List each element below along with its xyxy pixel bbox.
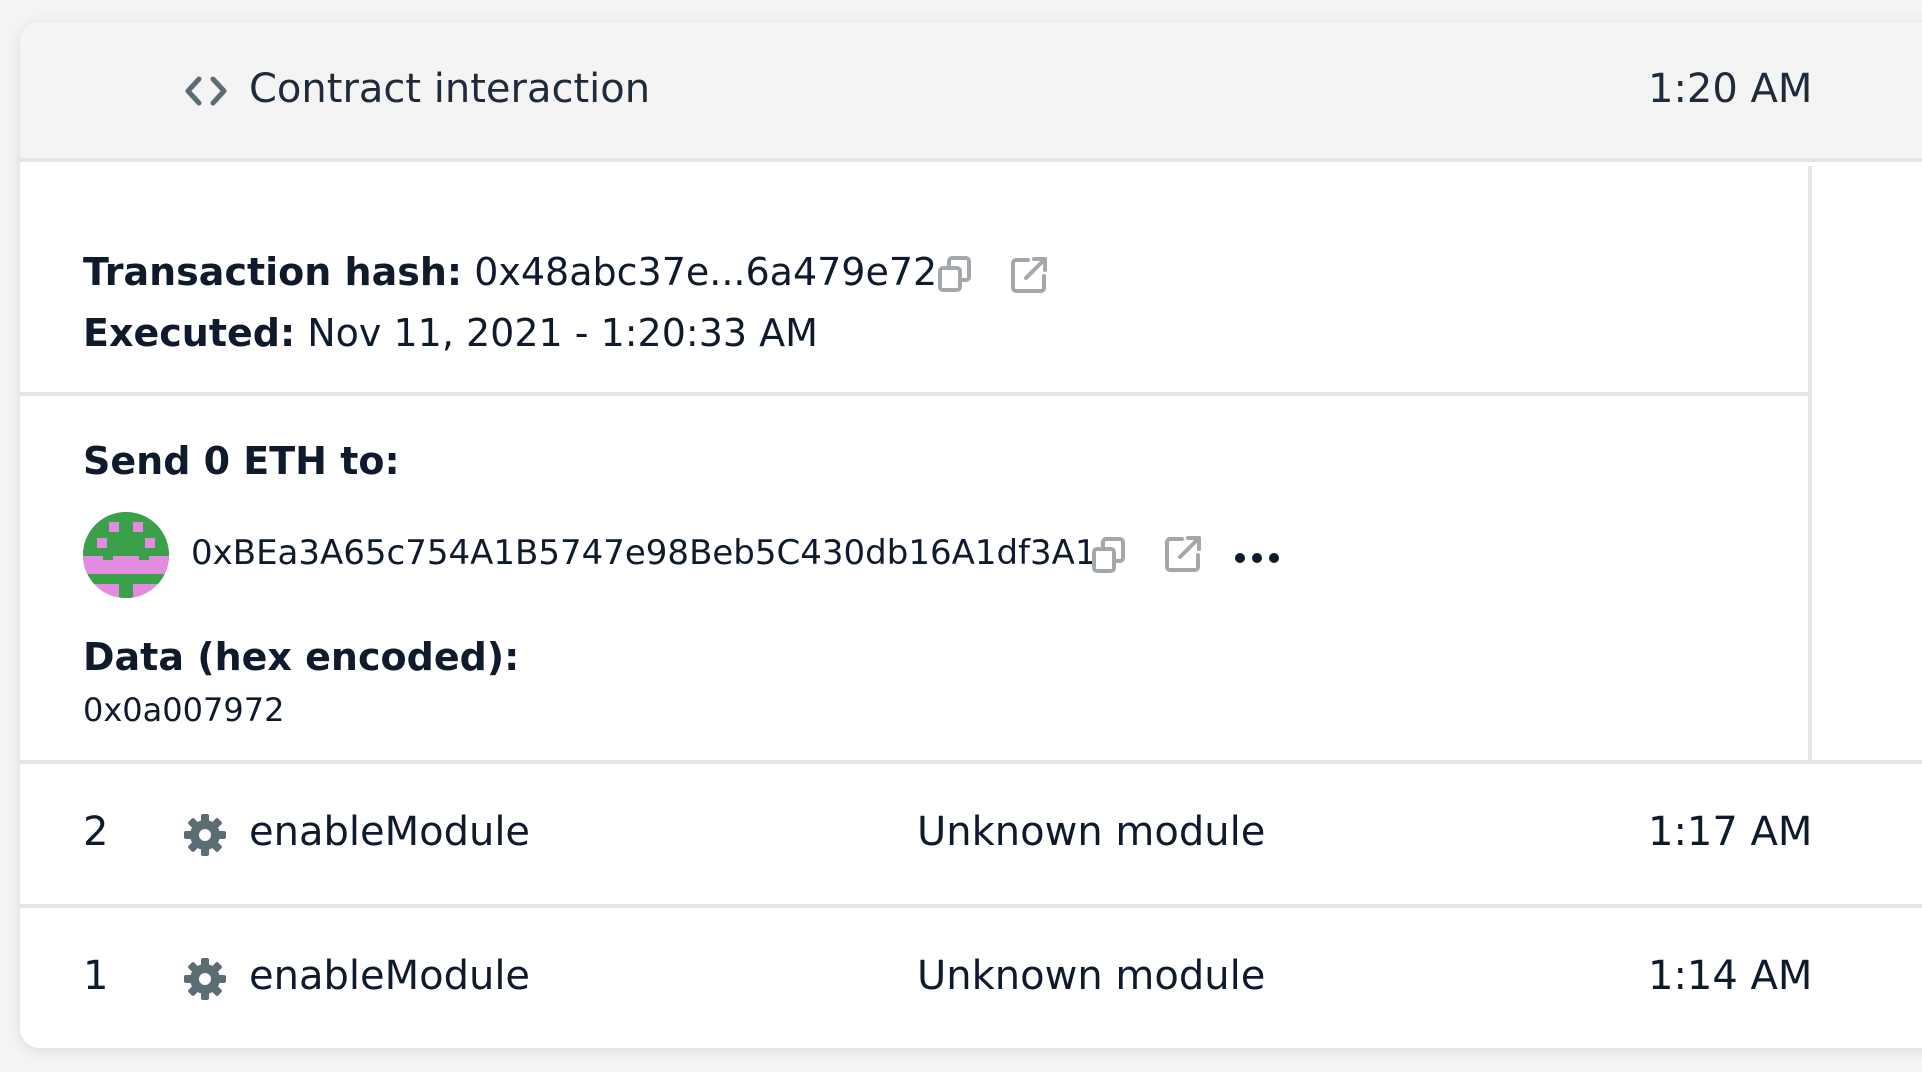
transaction-info: Unknown module (917, 953, 1266, 999)
transaction-summary-header[interactable]: Contract interaction 1:20 AM (20, 22, 1922, 162)
executed-value: Nov 11, 2021 - 1:20:33 AM (307, 311, 818, 355)
external-link-address-icon[interactable] (1162, 533, 1204, 579)
transaction-method: enableModule (249, 809, 531, 855)
transaction-info-section: Transaction hash: 0x48abc37e...6a479e72 … (20, 166, 1808, 396)
transaction-nonce: 1 (83, 953, 109, 999)
send-info-section: Send 0 ETH to: 0xBEa3A65c754A1B5747e98Be (20, 400, 1808, 760)
copy-hash-icon[interactable] (935, 254, 975, 298)
transaction-info: Unknown module (917, 809, 1266, 855)
gear-icon (183, 957, 227, 1005)
transaction-hash-value: 0x48abc37e...6a479e72 (474, 250, 938, 294)
transaction-time: 1:20 AM (1648, 66, 1813, 112)
data-hex-label: Data (hex encoded): (83, 635, 520, 679)
transaction-list-card: Contract interaction 1:20 AM Transaction… (20, 22, 1922, 1048)
transaction-row[interactable]: 2 enableModule Unknown module 1:17 AM (20, 760, 1922, 904)
transaction-time: 1:17 AM (1648, 809, 1813, 855)
transaction-row[interactable]: 1 enableModule Unknown module 1:14 AM (20, 904, 1922, 1048)
more-options-icon[interactable] (1233, 550, 1281, 570)
transaction-method: enableModule (249, 953, 531, 999)
transaction-type-label: Contract interaction (249, 66, 651, 112)
executed-row: Executed: Nov 11, 2021 - 1:20:33 AM (83, 310, 818, 356)
transaction-time: 1:14 AM (1648, 953, 1813, 999)
code-icon (183, 74, 229, 112)
send-amount-label: Send 0 ETH to: (83, 439, 400, 483)
transaction-details-panel: Transaction hash: 0x48abc37e...6a479e72 … (20, 166, 1812, 760)
data-hex-value: 0x0a007972 (83, 691, 285, 729)
address-identicon (83, 512, 169, 598)
copy-address-icon[interactable] (1089, 535, 1129, 579)
external-link-hash-icon[interactable] (1008, 254, 1050, 300)
gear-icon (183, 813, 227, 861)
transaction-hash-row: Transaction hash: 0x48abc37e...6a479e72 (83, 249, 937, 295)
transaction-nonce: 2 (83, 809, 109, 855)
executed-label: Executed: (83, 311, 296, 355)
transaction-hash-label: Transaction hash: (83, 250, 463, 294)
recipient-address: 0xBEa3A65c754A1B5747e98Beb5C430db16A1df3… (191, 533, 1097, 573)
